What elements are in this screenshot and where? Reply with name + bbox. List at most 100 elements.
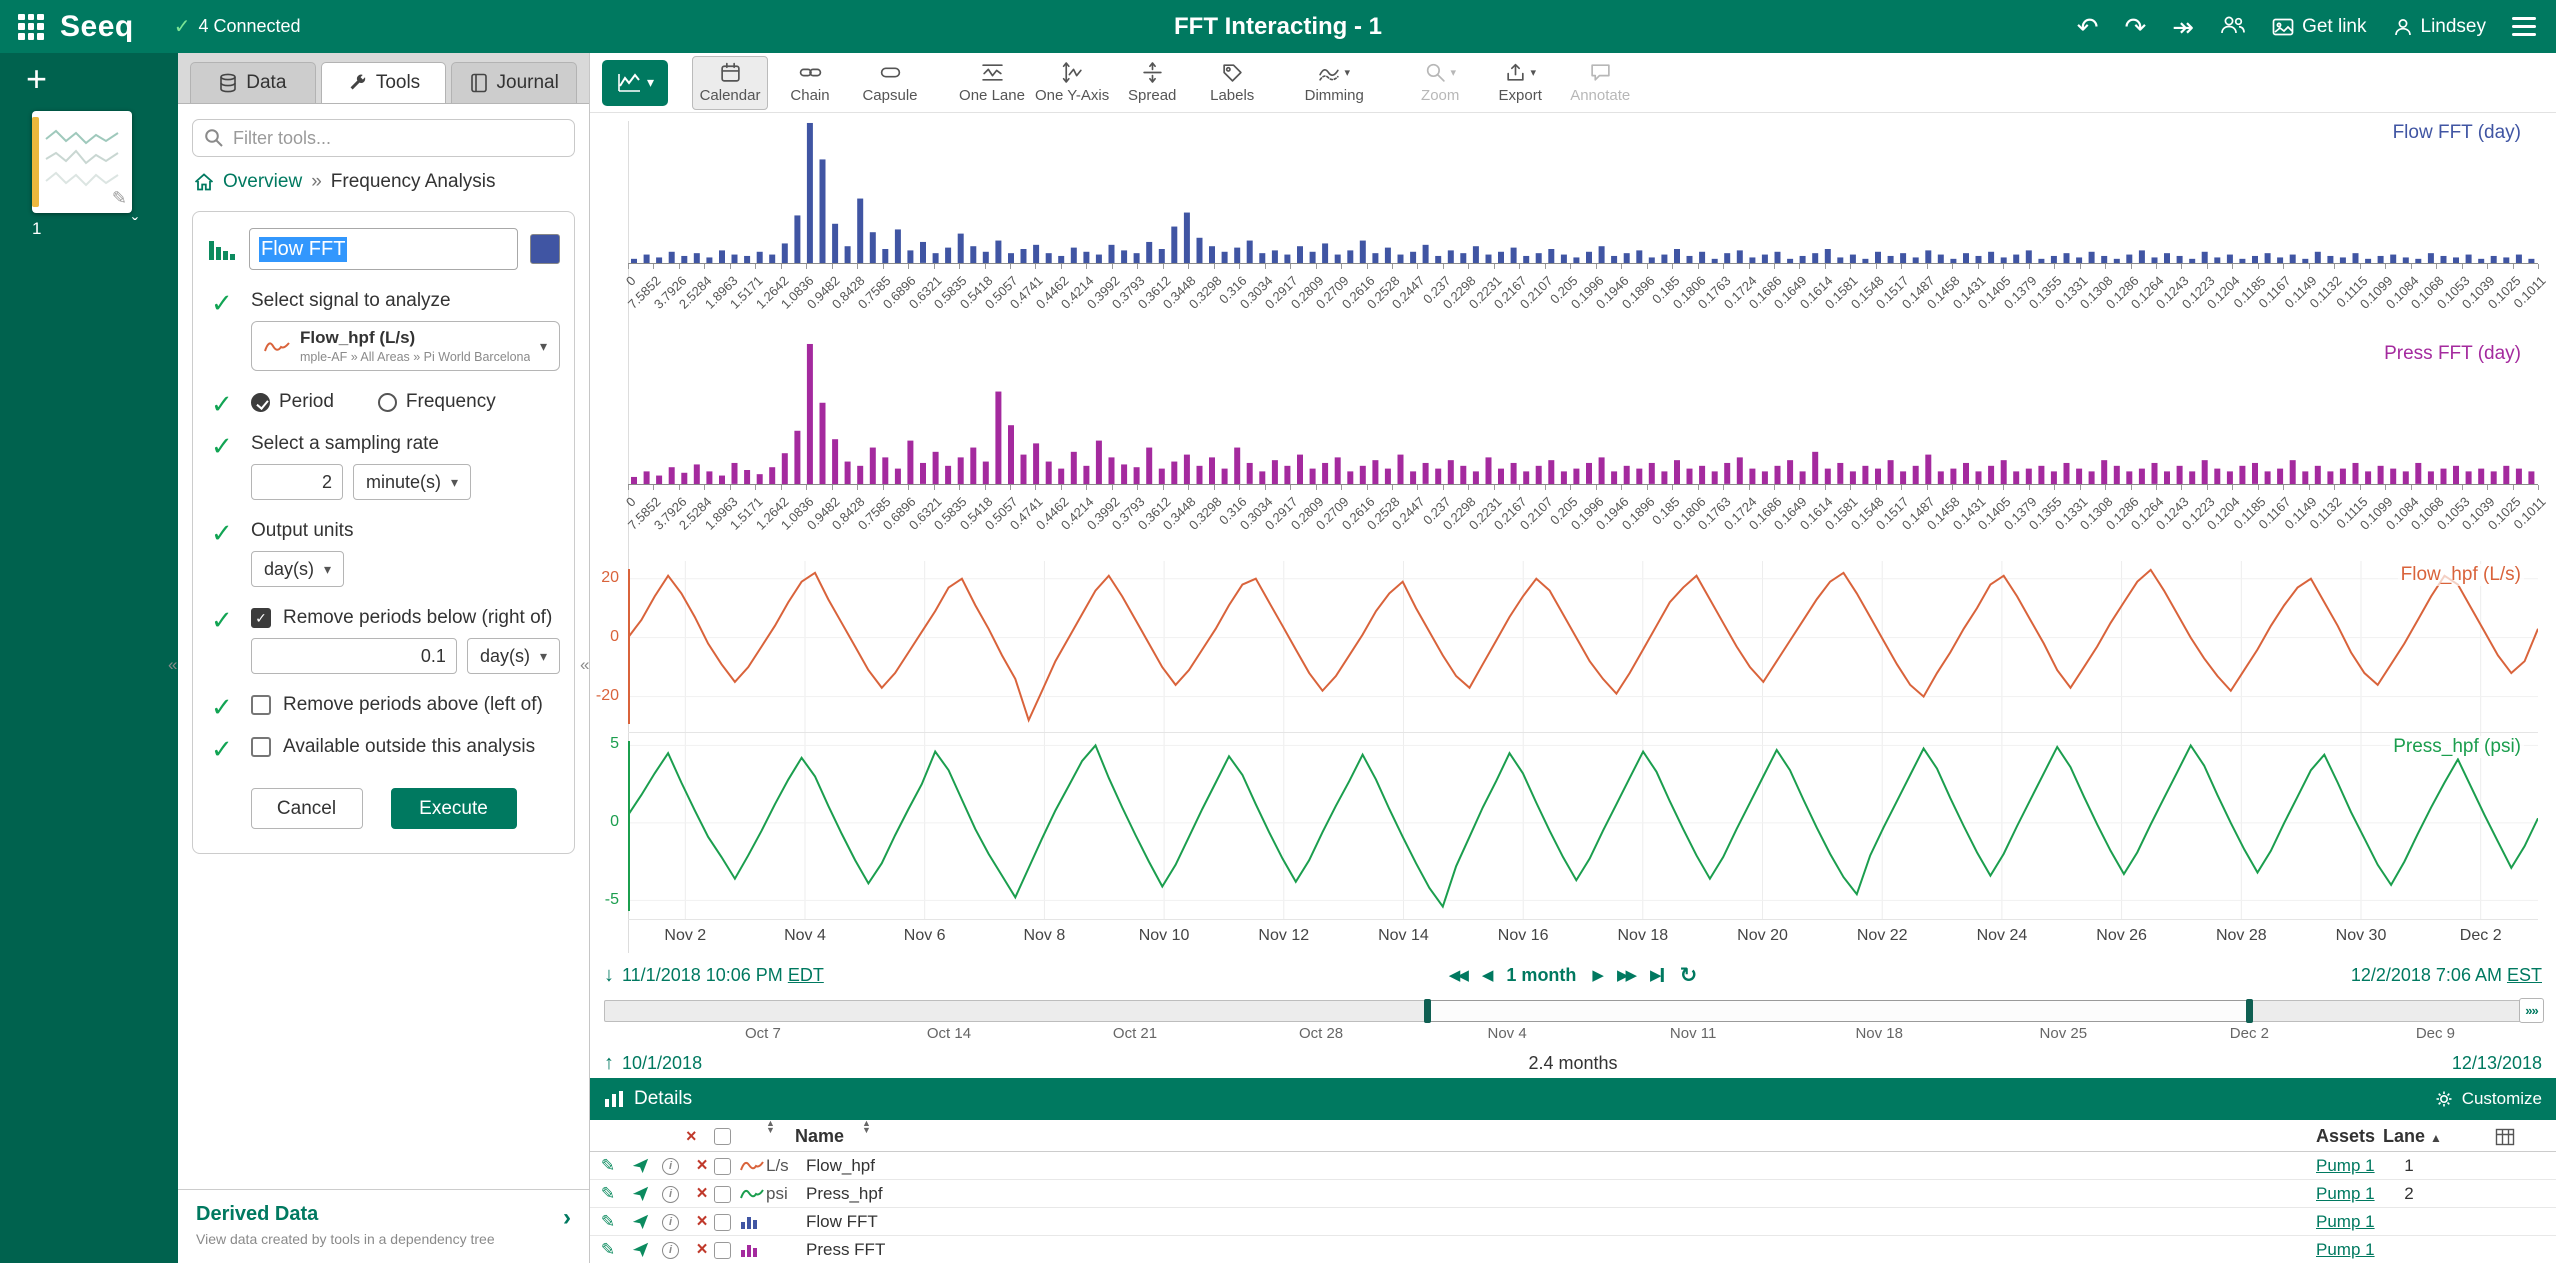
output-unit-select[interactable]: day(s) ▾ bbox=[251, 551, 344, 587]
sampling-rate-input[interactable]: 2 bbox=[251, 464, 343, 500]
trend-view-button[interactable]: ▾ bbox=[602, 60, 668, 106]
toolbar-item-dimming[interactable]: ▾ Dimming bbox=[1296, 56, 1372, 110]
cancel-button[interactable]: Cancel bbox=[251, 788, 363, 829]
row-asset-link[interactable]: Pump 1 bbox=[2316, 1208, 2375, 1236]
apps-grid-icon[interactable] bbox=[18, 14, 44, 40]
duration-button[interactable]: 1 month bbox=[1506, 965, 1576, 986]
remove-below-checkbox-row[interactable]: ✓ Remove periods below (right of) bbox=[251, 607, 560, 629]
row-asset-link[interactable]: Pump 1 bbox=[2316, 1152, 2375, 1180]
available-outside-checkbox[interactable] bbox=[251, 737, 271, 757]
row-checkbox[interactable] bbox=[714, 1242, 731, 1259]
info-icon[interactable]: i bbox=[662, 1214, 679, 1231]
table-row[interactable]: ✎ i × psi Press_hpf Pump 1 2 bbox=[590, 1180, 2556, 1208]
toolbar-item-annotate[interactable]: ▾ Annotate bbox=[1562, 56, 1638, 110]
trend-chart-area[interactable]: Flow FFT (day) 07.58523.79262.52841.8963… bbox=[590, 113, 2556, 953]
edit-icon[interactable]: ✎ bbox=[596, 1236, 620, 1263]
tab-data[interactable]: Data bbox=[190, 62, 316, 103]
undo-icon[interactable]: ↶ bbox=[2077, 14, 2099, 40]
toolbar-item-zoom[interactable]: ▾ Zoom bbox=[1402, 56, 1478, 110]
remove-below-unit-select[interactable]: day(s) ▾ bbox=[467, 638, 560, 674]
timeline-handle-right[interactable] bbox=[2246, 999, 2253, 1023]
connection-status[interactable]: ✓ 4 Connected bbox=[174, 14, 301, 39]
column-header-lane[interactable]: Lane ▲ bbox=[2383, 1120, 2442, 1154]
press-hpf-plot[interactable]: 50-5 bbox=[628, 733, 2538, 920]
redo-icon[interactable]: ↷ bbox=[2124, 14, 2146, 40]
users-icon[interactable] bbox=[2220, 14, 2246, 40]
tab-tools[interactable]: Tools bbox=[321, 62, 447, 103]
flow-hpf-plot[interactable]: 200-20 bbox=[628, 561, 2538, 733]
toolbar-item-labels[interactable]: ▾ Labels bbox=[1194, 56, 1270, 110]
table-row[interactable]: ✎ i × L/s Flow_hpf Pump 1 1 bbox=[590, 1152, 2556, 1180]
collapse-rail-handle[interactable]: « bbox=[168, 655, 177, 675]
remove-icon[interactable]: × bbox=[690, 1236, 714, 1263]
info-icon[interactable]: i bbox=[662, 1242, 679, 1259]
toolbar-item-spread[interactable]: ▾ Spread bbox=[1114, 56, 1190, 110]
toolbar-item-calendar[interactable]: ▾ Calendar bbox=[692, 56, 768, 110]
remove-icon[interactable]: × bbox=[690, 1152, 714, 1180]
search-input[interactable] bbox=[192, 119, 575, 157]
press-fft-plot[interactable] bbox=[628, 340, 2538, 485]
step-end-icon[interactable]: ▶ bbox=[1650, 966, 1664, 984]
column-header-name[interactable]: Name bbox=[795, 1120, 844, 1152]
select-all-checkbox[interactable] bbox=[714, 1128, 731, 1145]
row-asset-link[interactable]: Pump 1 bbox=[2316, 1236, 2375, 1263]
timeline-selection[interactable] bbox=[1428, 1000, 2250, 1022]
fast-forward-icon[interactable]: ▶▶ bbox=[1617, 966, 1634, 984]
signal-select[interactable]: Flow_hpf (L/s) mple-AF » All Areas » Pi … bbox=[251, 321, 560, 371]
present-icon[interactable]: ↠ bbox=[2172, 14, 2194, 40]
toolbar-item-one-y-axis[interactable]: ▾ One Y-Axis bbox=[1034, 56, 1110, 110]
investigate-range-end[interactable]: 12/13/2018 bbox=[2452, 1053, 2542, 1074]
worksheet-chevron-icon[interactable]: ˇ bbox=[132, 215, 138, 236]
info-icon[interactable]: i bbox=[662, 1186, 679, 1203]
sort-icon[interactable]: ▲▼ bbox=[862, 1120, 871, 1134]
timeline-scrollbar[interactable]: »» bbox=[604, 1000, 2542, 1022]
edit-icon[interactable]: ✎ bbox=[596, 1208, 620, 1236]
sampling-unit-select[interactable]: minute(s) ▾ bbox=[353, 464, 471, 500]
edit-icon[interactable]: ✎ bbox=[596, 1152, 620, 1180]
refresh-icon[interactable]: ↻ bbox=[1680, 963, 1698, 988]
lane-press-hpf[interactable]: Press_hpf (psi) 50-5 bbox=[628, 733, 2538, 920]
get-link-button[interactable]: Get link bbox=[2272, 16, 2366, 38]
main-menu-icon[interactable] bbox=[2512, 17, 2536, 36]
add-worksheet-button[interactable]: + bbox=[26, 61, 178, 97]
remove-above-checkbox[interactable] bbox=[251, 695, 271, 715]
remove-icon[interactable]: × bbox=[690, 1180, 714, 1208]
display-range-start[interactable]: 11/1/2018 10:06 PM EDT bbox=[622, 965, 824, 986]
navigate-icon[interactable] bbox=[628, 1241, 652, 1263]
toolbar-item-chain[interactable]: ▾ Chain bbox=[772, 56, 848, 110]
back-icon[interactable]: ◀ bbox=[1482, 966, 1491, 984]
timeline-handle-left[interactable] bbox=[1424, 999, 1431, 1023]
toolbar-item-capsule[interactable]: ▾ Capsule bbox=[852, 56, 928, 110]
display-range-end[interactable]: 12/2/2018 7:06 AM EST bbox=[2351, 965, 2542, 986]
result-name-input[interactable]: Flow FFT bbox=[249, 228, 518, 270]
column-header-assets[interactable]: Assets bbox=[2316, 1120, 2375, 1152]
row-checkbox[interactable] bbox=[714, 1158, 731, 1175]
investigate-range-start[interactable]: 10/1/2018 bbox=[622, 1053, 702, 1074]
lane-press-fft[interactable]: Press FFT (day) 07.58523.79262.52841.896… bbox=[628, 340, 2538, 561]
sort-icon[interactable]: ▲▼ bbox=[766, 1120, 775, 1134]
toolbar-item-export[interactable]: ▾ Export bbox=[1482, 56, 1558, 110]
navigate-icon[interactable] bbox=[628, 1213, 652, 1235]
color-swatch[interactable] bbox=[530, 234, 560, 264]
info-icon[interactable]: i bbox=[662, 1158, 679, 1175]
flow-fft-plot[interactable] bbox=[628, 119, 2538, 264]
row-checkbox[interactable] bbox=[714, 1214, 731, 1231]
table-row[interactable]: ✎ i × Flow FFT Pump 1 bbox=[590, 1208, 2556, 1236]
frequency-radio[interactable]: Frequency bbox=[378, 391, 496, 413]
remove-below-checkbox[interactable]: ✓ bbox=[251, 608, 271, 628]
remove-above-checkbox-row[interactable]: Remove periods above (left of) bbox=[251, 694, 560, 716]
table-row[interactable]: ✎ i × Press FFT Pump 1 bbox=[590, 1236, 2556, 1263]
customize-button[interactable]: Customize bbox=[2434, 1089, 2542, 1109]
derived-data-section[interactable]: Derived Data View data created by tools … bbox=[178, 1189, 589, 1263]
toolbar-item-one-lane[interactable]: ▾ One Lane bbox=[954, 56, 1030, 110]
remove-icon[interactable]: × bbox=[690, 1208, 714, 1236]
collapse-tools-panel-handle[interactable]: « bbox=[580, 655, 589, 675]
tab-journal[interactable]: Journal bbox=[451, 62, 577, 103]
available-outside-checkbox-row[interactable]: Available outside this analysis bbox=[251, 736, 560, 758]
remove-all-icon[interactable]: × bbox=[686, 1120, 697, 1152]
step-back-icon[interactable]: ◀◀ bbox=[1449, 966, 1466, 984]
remove-below-value-input[interactable]: 0.1 bbox=[251, 638, 457, 674]
worksheet-thumbnail[interactable]: ✎ bbox=[32, 111, 132, 213]
row-asset-link[interactable]: Pump 1 bbox=[2316, 1180, 2375, 1208]
lane-flow-hpf[interactable]: Flow_hpf (L/s) 200-20 bbox=[628, 561, 2538, 733]
